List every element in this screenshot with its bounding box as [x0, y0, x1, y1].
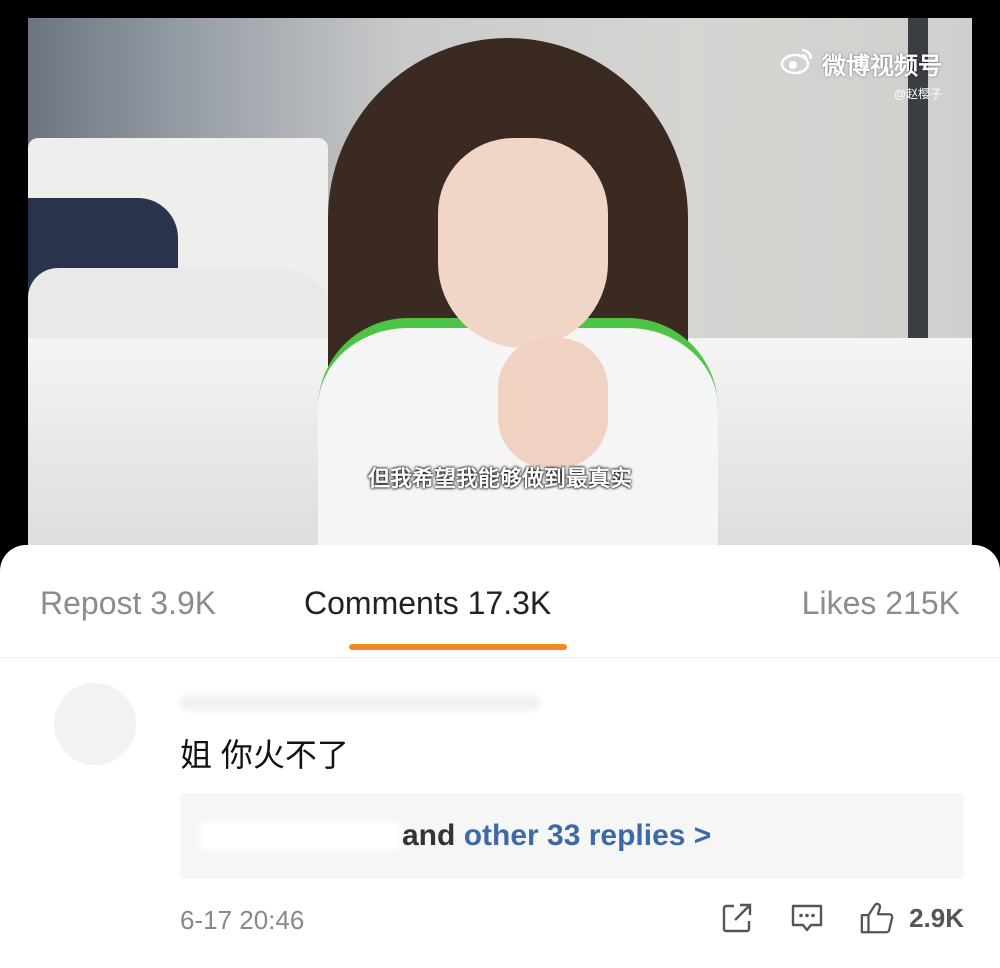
replies-summary: and other 33 replies > [402, 819, 711, 853]
avatar[interactable] [54, 683, 136, 765]
tab-bar: Repost 3.9K Comments 17.3K Likes 215K [0, 545, 1000, 658]
like-button[interactable]: 2.9K [859, 900, 964, 936]
comment-timestamp: 6-17 20:46 [180, 905, 305, 935]
active-tab-indicator [349, 644, 567, 650]
username-redacted [180, 695, 540, 711]
person-hands [498, 338, 608, 468]
weibo-logo-icon [780, 47, 814, 80]
comment-actions: 2.9K [719, 900, 964, 936]
person-face [438, 138, 608, 348]
replies-link[interactable]: other 33 replies > [464, 819, 712, 852]
like-count: 2.9K [909, 902, 964, 933]
replies-preview[interactable]: and other 33 replies > [180, 793, 964, 879]
share-icon[interactable] [719, 900, 755, 936]
watermark: 微博视频号 @赵樱子 [780, 46, 942, 102]
comment-text: 姐 你火不了 [180, 737, 349, 773]
tab-comments[interactable]: Comments 17.3K [304, 585, 551, 622]
tab-likes[interactable]: Likes 215K [802, 585, 960, 622]
replies-prefix: and [402, 819, 456, 852]
video-subtitle: 但我希望我能够做到最真实 [367, 466, 632, 491]
like-icon [859, 900, 895, 936]
watermark-brand: 微博视频号 [822, 53, 942, 80]
video-player[interactable]: 但我希望我能够做到最真实 微博视频号 @赵樱子 [28, 18, 972, 558]
tab-repost[interactable]: Repost 3.9K [40, 585, 216, 622]
watermark-handle: @赵樱子 [893, 87, 942, 101]
comment-icon[interactable] [789, 900, 825, 936]
reply-username-redacted [200, 821, 400, 851]
comments-panel: Repost 3.9K Comments 17.3K Likes 215K 姐 … [0, 545, 1000, 968]
